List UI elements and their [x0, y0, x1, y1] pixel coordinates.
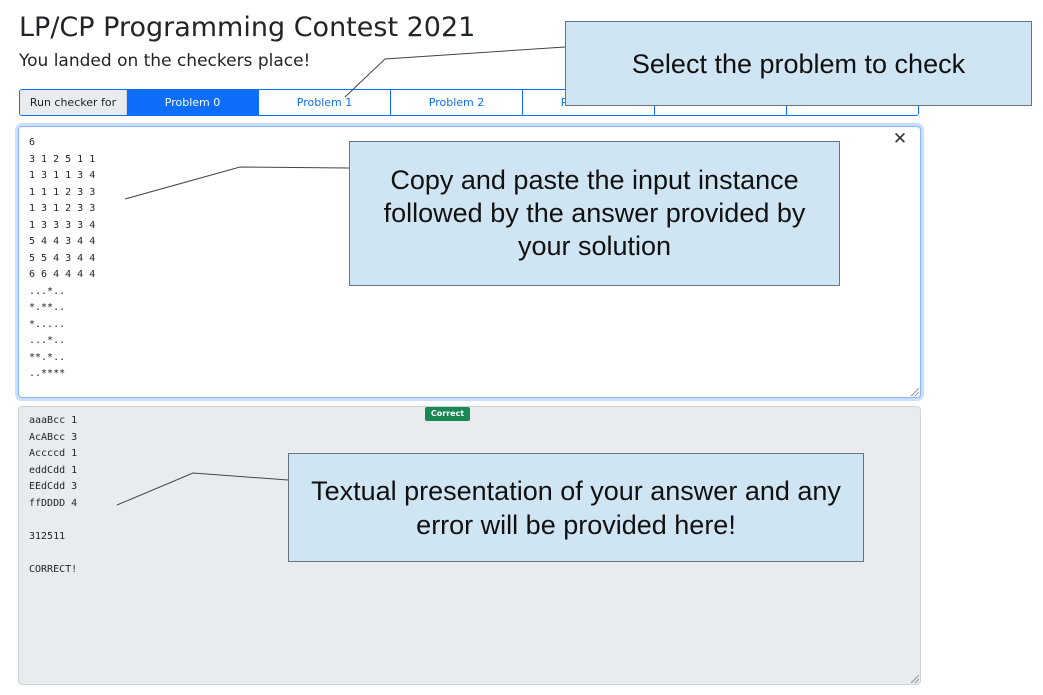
input-resize-handle[interactable]: [911, 388, 919, 396]
output-resize-handle[interactable]: [911, 675, 919, 683]
page-title: LP/CP Programming Contest 2021: [19, 12, 476, 43]
tab-problem-2[interactable]: Problem 2: [390, 90, 522, 115]
output-help-callout: Textual presentation of your answer and …: [288, 453, 864, 562]
page-subtitle: You landed on the checkers place!: [19, 51, 311, 71]
run-checker-label: Run checker for: [20, 90, 127, 115]
status-badge: Correct: [425, 407, 470, 421]
tab-problem-0[interactable]: Problem 0: [127, 90, 258, 115]
tab-problem-1[interactable]: Problem 1: [258, 90, 390, 115]
close-icon[interactable]: ✕: [891, 129, 909, 149]
input-help-callout: Copy and paste the input instance follow…: [349, 141, 840, 286]
select-problem-callout: Select the problem to check: [565, 21, 1032, 106]
